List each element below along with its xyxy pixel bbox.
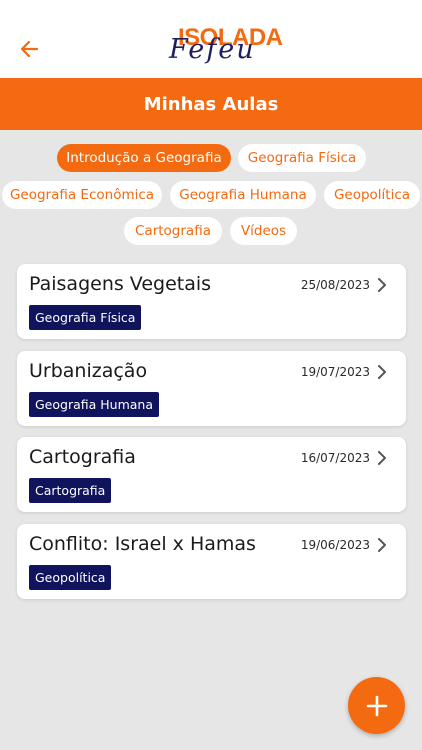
lesson-category-tag: Geografia Física <box>29 305 142 330</box>
filter-chip-geografia-economica[interactable]: Geografia Econômica <box>2 181 162 209</box>
chevron-right-icon <box>378 365 386 379</box>
filter-chip-geografia-humana[interactable]: Geografia Humana <box>170 181 316 209</box>
lesson-card[interactable]: Urbanização 19/07/2023 Geografia Humana <box>17 351 406 426</box>
top-bar: ISOLADA Fefeu <box>0 0 422 78</box>
header-band: Minhas Aulas <box>0 78 422 130</box>
lesson-card[interactable]: Conflito: Israel x Hamas 19/06/2023 Geop… <box>17 524 406 599</box>
chevron-right-icon <box>378 451 386 465</box>
lesson-category-tag: Cartografia <box>29 478 112 503</box>
logo-script-text: Fefeu <box>169 34 256 65</box>
lesson-date: 16/07/2023 <box>300 451 370 465</box>
plus-icon <box>366 695 387 716</box>
back-button[interactable] <box>12 34 46 64</box>
app-logo: ISOLADA Fefeu <box>165 24 283 74</box>
chevron-right-icon <box>378 538 386 552</box>
chevron-right-icon <box>378 278 386 292</box>
lesson-title: Conflito: Israel x Hamas <box>29 533 256 555</box>
lesson-category-tag: Geografia Humana <box>29 392 160 417</box>
filter-chip-geopolitica[interactable]: Geopolítica <box>324 181 420 209</box>
lesson-title: Paisagens Vegetais <box>29 273 212 295</box>
lesson-date: 19/07/2023 <box>300 365 370 379</box>
filter-chip-videos[interactable]: Vídeos <box>230 217 297 245</box>
lesson-card[interactable]: Cartografia 16/07/2023 Cartografia <box>17 437 406 512</box>
add-lesson-button[interactable] <box>348 677 405 734</box>
lesson-title: Cartografia <box>29 446 136 468</box>
lesson-date: 19/06/2023 <box>300 538 370 552</box>
arrow-left-icon <box>20 40 39 58</box>
lesson-title: Urbanização <box>29 360 148 382</box>
filter-chip-geografia-fisica[interactable]: Geografia Física <box>238 144 366 172</box>
lesson-date: 25/08/2023 <box>300 278 370 292</box>
filter-chip-introducao-geografia[interactable]: Introdução a Geografia <box>57 144 231 172</box>
filter-chip-cartografia[interactable]: Cartografia <box>124 217 222 245</box>
lesson-category-tag: Geopolítica <box>29 565 112 590</box>
page-title: Minhas Aulas <box>143 93 279 115</box>
lesson-card[interactable]: Paisagens Vegetais 25/08/2023 Geografia … <box>17 264 406 339</box>
